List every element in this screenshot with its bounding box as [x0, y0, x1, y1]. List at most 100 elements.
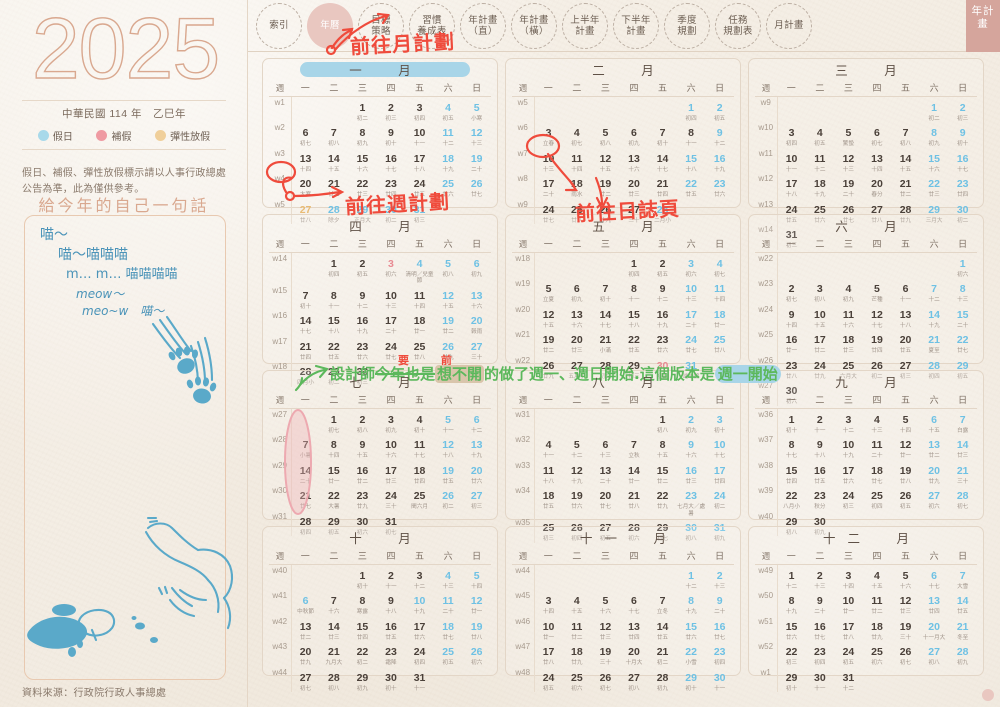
day-cell[interactable]: 28 初八	[320, 667, 349, 692]
day-cell[interactable]: 26 初五	[891, 485, 920, 510]
day-cell[interactable]: 10 十九	[834, 434, 863, 459]
day-cell[interactable]: 12 十九	[563, 460, 592, 485]
day-cell[interactable]: 4 初七	[563, 122, 592, 147]
week-number[interactable]: w8	[512, 173, 535, 199]
nav-tab-quarterly-planning[interactable]: 季度 規劃	[664, 3, 710, 49]
day-cell[interactable]: 28 初九	[948, 641, 977, 666]
day-cell[interactable]: 15 十六	[348, 148, 377, 173]
day-cell[interactable]: 8 十七	[777, 434, 806, 459]
day-cell[interactable]: 22 廿三	[920, 173, 949, 198]
week-number[interactable]: w10	[755, 122, 778, 148]
day-cell[interactable]: 7 大雪	[948, 565, 977, 591]
day-cell[interactable]: 28 初九	[648, 667, 677, 692]
day-cell[interactable]: 7 白露	[948, 409, 977, 435]
day-cell[interactable]: 22 廿五	[677, 173, 706, 198]
day-cell[interactable]: 1 初十	[348, 565, 377, 591]
month-card-5[interactable]: 五 月週一二三四五六日 w18 1 初四 2 初五 3 初六 4 初七 w19 5 立夏 6 初九 7 初十 8 十…	[505, 214, 741, 381]
day-cell[interactable]: 26 廿九	[434, 336, 463, 361]
day-cell[interactable]: 3 初六	[377, 253, 406, 285]
week-number[interactable]: w1	[755, 666, 778, 693]
week-number[interactable]: w43	[269, 641, 292, 667]
month-card-11[interactable]: 十一 月週一二三四五六日 w44 1 十二 2 十三 w45 3 十四 4 十五 5 十六 6 十七 7 立冬 8…	[505, 526, 741, 693]
day-cell[interactable]: 12 十三	[834, 148, 863, 173]
day-cell[interactable]: 12 廿一	[891, 434, 920, 459]
day-cell[interactable]: 20 春分	[863, 173, 892, 198]
side-tab-yearly-plan[interactable]: 年計畫	[966, 0, 1000, 52]
day-cell[interactable]: 11 二十	[863, 434, 892, 459]
week-number[interactable]: w34	[512, 485, 535, 518]
month-card-4[interactable]: 四 月週一二三四五六日 w14 1 初四 2 初五 3 初六 4 清明／兒童節 5 初八 6 初九 w15 7…	[262, 214, 498, 387]
day-cell[interactable]: 17 廿二	[806, 329, 835, 354]
day-cell[interactable]: 19 廿二	[591, 173, 620, 198]
day-cell[interactable]: 9 初十	[948, 122, 977, 147]
day-cell[interactable]: 22 廿五	[320, 336, 349, 361]
day-cell[interactable]: 9 十二	[705, 122, 734, 147]
week-number[interactable]: w31	[512, 408, 535, 435]
day-cell[interactable]: 13 十九	[462, 434, 491, 459]
day-cell[interactable]: 12 十五	[534, 304, 563, 329]
day-cell[interactable]: 28 初七	[948, 485, 977, 510]
day-cell[interactable]: 5 驚蟄	[834, 122, 863, 147]
day-cell[interactable]: 25 廿八	[405, 336, 434, 361]
day-cell[interactable]: 23 秋分	[806, 485, 835, 510]
day-cell[interactable]: 8 寒露	[348, 590, 377, 615]
day-cell[interactable]: 4 十三	[434, 565, 463, 591]
month-card-1[interactable]: 一 月週一二三四五六日 w1 1 初二 2 初三 3 初四 4 初五 5 小寒 w2 6 初七 7 初八 8 初九 9…	[262, 58, 498, 225]
day-cell[interactable]: 4 初七	[705, 253, 734, 279]
day-cell[interactable]: 16 十九	[705, 148, 734, 173]
month-card-6[interactable]: 六 月週一二三四五六日 w22 1 初六 w23 2 初七 3 初八 4 初九 5 芒種 6 十一 7 十二 8 十…	[748, 214, 984, 406]
day-cell[interactable]: 14 廿五	[948, 590, 977, 615]
day-cell[interactable]: 3 初九	[377, 409, 406, 435]
day-cell[interactable]: 13 十六	[462, 285, 491, 310]
day-cell[interactable]: 14 十七	[591, 304, 620, 329]
day-cell[interactable]: 11 十二	[434, 122, 463, 147]
day-cell[interactable]: 14 廿五	[648, 616, 677, 641]
day-cell[interactable]: 13 廿二	[920, 434, 949, 459]
day-cell[interactable]: 3 初十	[705, 409, 734, 435]
day-cell[interactable]: 17 廿六	[834, 460, 863, 485]
day-cell[interactable]: 3 初六	[677, 253, 706, 279]
day-cell[interactable]: 6 初九	[462, 253, 491, 285]
week-number[interactable]: w33	[512, 459, 535, 486]
day-cell[interactable]: 25 初六	[863, 641, 892, 666]
day-cell[interactable]: 10 廿一	[834, 590, 863, 615]
day-cell[interactable]: 14 廿三	[948, 434, 977, 459]
day-cell[interactable]: 20 十一月大	[920, 616, 949, 641]
day-cell[interactable]: 4 十一	[534, 434, 563, 459]
day-cell[interactable]: 20 廿三	[620, 173, 649, 198]
day-cell[interactable]: 9 初十	[377, 122, 406, 147]
day-cell[interactable]: 12 十三	[462, 122, 491, 147]
day-cell[interactable]: 8 十一	[677, 122, 706, 147]
day-cell[interactable]: 7 十二	[920, 278, 949, 303]
day-cell[interactable]: 2 十一	[806, 409, 835, 435]
day-cell[interactable]: 2 十一	[377, 565, 406, 591]
day-cell[interactable]: 11 十四	[705, 278, 734, 303]
day-cell[interactable]: 25 初四	[863, 485, 892, 510]
day-cell[interactable]: 24 廿七	[377, 336, 406, 361]
day-cell[interactable]: 8 十九	[677, 590, 706, 615]
day-cell[interactable]: 12 十五	[434, 285, 463, 310]
day-cell[interactable]: 17 二十	[377, 310, 406, 335]
day-cell[interactable]: 5 小寒	[462, 97, 491, 123]
week-number[interactable]: w7	[512, 147, 535, 174]
nav-tab-task-planning-table[interactable]: 任務 規劃表	[715, 3, 761, 49]
day-cell[interactable]: 10 十一	[405, 122, 434, 147]
day-cell[interactable]: 17 二十	[534, 173, 563, 198]
day-cell[interactable]: 13 廿二	[291, 616, 320, 641]
day-cell[interactable]: 25 廿八	[705, 329, 734, 354]
day-cell[interactable]: 23 廿四	[948, 173, 977, 198]
day-cell[interactable]: 13 十四	[291, 148, 320, 173]
day-cell[interactable]: 12 廿一	[462, 590, 491, 615]
day-cell[interactable]: 6 初九	[620, 122, 649, 147]
day-cell[interactable]: 9 十二	[648, 278, 677, 303]
day-cell[interactable]: 6 十五	[920, 409, 949, 435]
day-cell[interactable]: 18 廿四	[405, 460, 434, 485]
week-number[interactable]: w25	[755, 329, 778, 355]
week-number[interactable]: w20	[512, 303, 535, 330]
day-cell[interactable]: 11 十七	[405, 434, 434, 459]
week-number[interactable]: w41	[269, 590, 292, 616]
day-cell[interactable]: 13 十四	[863, 148, 892, 173]
day-cell[interactable]: 3 初四	[777, 122, 806, 147]
week-number[interactable]: w22	[755, 252, 778, 279]
day-cell[interactable]: 29 初十	[777, 667, 806, 692]
